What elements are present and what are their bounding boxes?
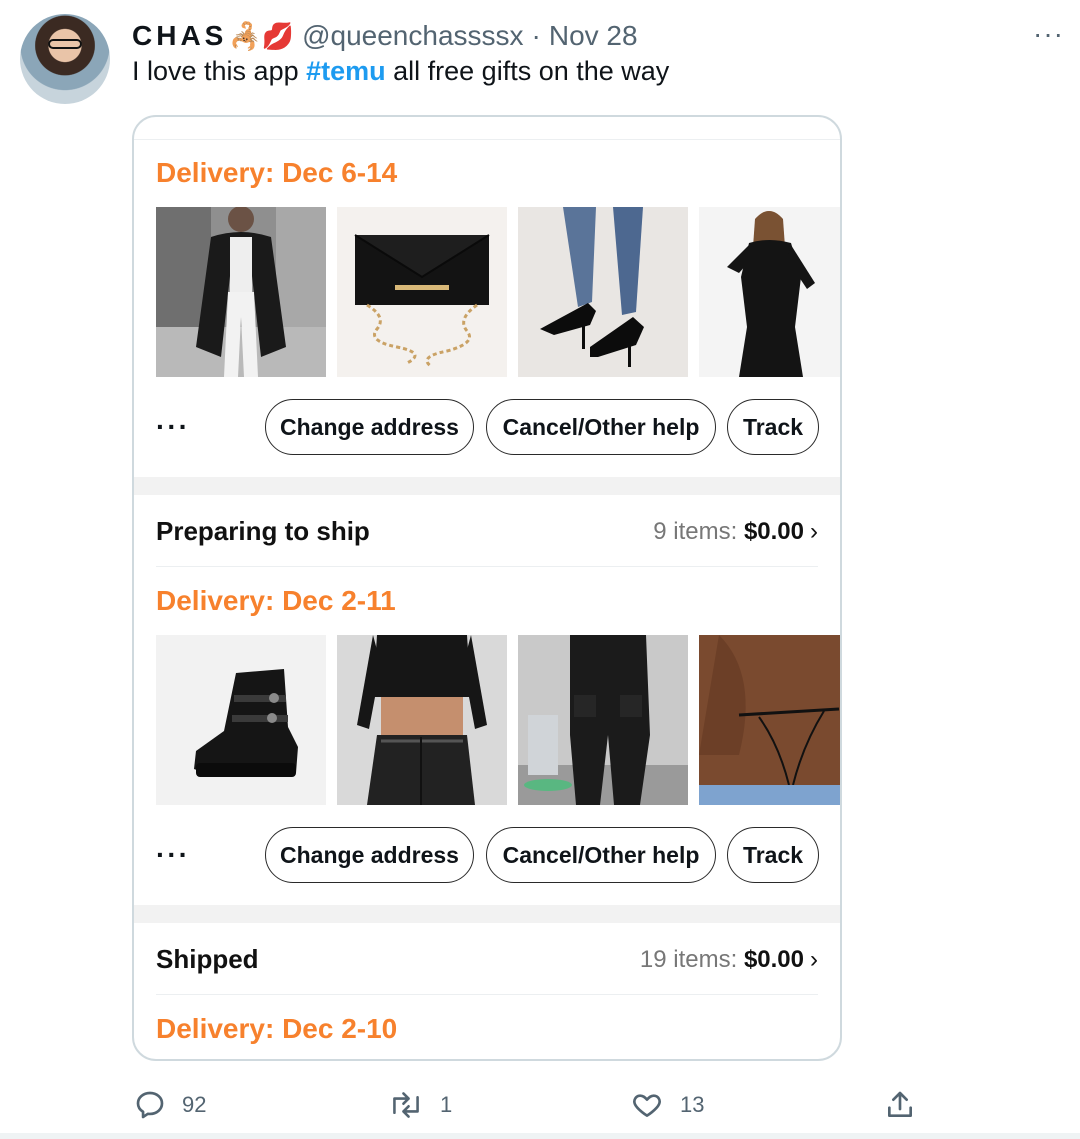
product-image[interactable]	[337, 635, 507, 805]
status-label: Shipped	[156, 944, 259, 974]
order-summary: 9 items: $0.00 ›	[653, 518, 818, 546]
item-count: 9 items:	[653, 517, 744, 545]
avatar[interactable]	[20, 14, 110, 104]
reply-action[interactable]: 92	[134, 1085, 206, 1125]
hashtag-link[interactable]: #temu	[306, 56, 386, 86]
product-image[interactable]	[156, 635, 326, 805]
tweet-text-before: I love this app	[132, 56, 307, 86]
like-count: 13	[680, 1092, 705, 1117]
reply-icon	[136, 1091, 164, 1119]
delivery-date: Delivery: Dec 2-11	[156, 585, 396, 616]
product-image[interactable]	[699, 635, 840, 805]
product-image[interactable]	[518, 635, 688, 805]
author-emoji: 🦂💋	[229, 20, 295, 51]
order-summary: 19 items: $0.00 ›	[640, 946, 818, 974]
delivery-date: Delivery: Dec 6-14	[156, 157, 398, 188]
reply-count: 92	[182, 1092, 207, 1117]
order-total: $0.00	[743, 945, 804, 973]
avatar-glasses	[48, 39, 82, 49]
more-actions-icon[interactable]: ···	[156, 411, 190, 443]
chevron-right-icon: ›	[810, 945, 818, 973]
separator-dot: ·	[531, 20, 541, 51]
cancel-other-help-button[interactable]: Cancel/Other help	[486, 399, 716, 455]
product-images-row	[156, 207, 840, 377]
more-actions-icon[interactable]: ···	[156, 839, 190, 871]
delivery-date: Delivery: Dec 2-10	[156, 1013, 398, 1044]
change-address-button[interactable]: Change address	[265, 827, 474, 883]
tweet-text-after: all free gifts on the way	[385, 56, 670, 86]
track-button[interactable]: Track	[727, 827, 819, 883]
tweet-date[interactable]: Nov 28	[549, 20, 638, 52]
section-gap	[134, 477, 840, 495]
status-label: Preparing to ship	[156, 516, 370, 546]
change-address-button[interactable]: Change address	[265, 399, 474, 455]
heart-icon	[633, 1094, 661, 1117]
item-count: 19 items:	[639, 945, 744, 973]
tweet-text: I love this app #temu all free gifts on …	[132, 56, 669, 87]
cancel-other-help-button[interactable]: Cancel/Other help	[486, 827, 716, 883]
media-card[interactable]: Delivery: Dec 6-14 ··· Change address Ca…	[132, 115, 842, 1061]
product-image[interactable]	[337, 207, 507, 377]
order-actions: ··· Change address Cancel/Other help Tra…	[156, 827, 828, 883]
author-handle[interactable]: @queenchassssx	[302, 20, 523, 52]
share-icon	[888, 1091, 912, 1117]
retweet-icon	[393, 1092, 419, 1118]
tweet-header: CHAS 🦂💋 @queenchassssx · Nov 28	[132, 16, 638, 56]
bottom-divider	[0, 1133, 1080, 1139]
product-image[interactable]	[518, 207, 688, 377]
order-status-row[interactable]: Preparing to ship 9 items: $0.00 ›	[156, 497, 818, 567]
section-gap	[134, 905, 840, 923]
retweet-action[interactable]: 1	[388, 1085, 452, 1125]
order-actions: ··· Change address Cancel/Other help Tra…	[156, 399, 828, 455]
order-status-row[interactable]: Shipped 19 items: $0.00 ›	[156, 925, 818, 995]
retweet-count: 1	[440, 1092, 453, 1117]
like-action[interactable]: 13	[630, 1085, 704, 1125]
more-options-icon[interactable]: ···	[1033, 18, 1064, 50]
divider	[134, 139, 840, 140]
track-button[interactable]: Track	[727, 399, 819, 455]
order-total: $0.00	[743, 517, 804, 545]
product-images-row	[156, 635, 840, 805]
product-image[interactable]	[699, 207, 840, 377]
author-name[interactable]: CHAS	[132, 20, 227, 52]
share-action[interactable]	[884, 1085, 916, 1125]
chevron-right-icon: ›	[810, 517, 818, 545]
product-image[interactable]	[156, 207, 326, 377]
